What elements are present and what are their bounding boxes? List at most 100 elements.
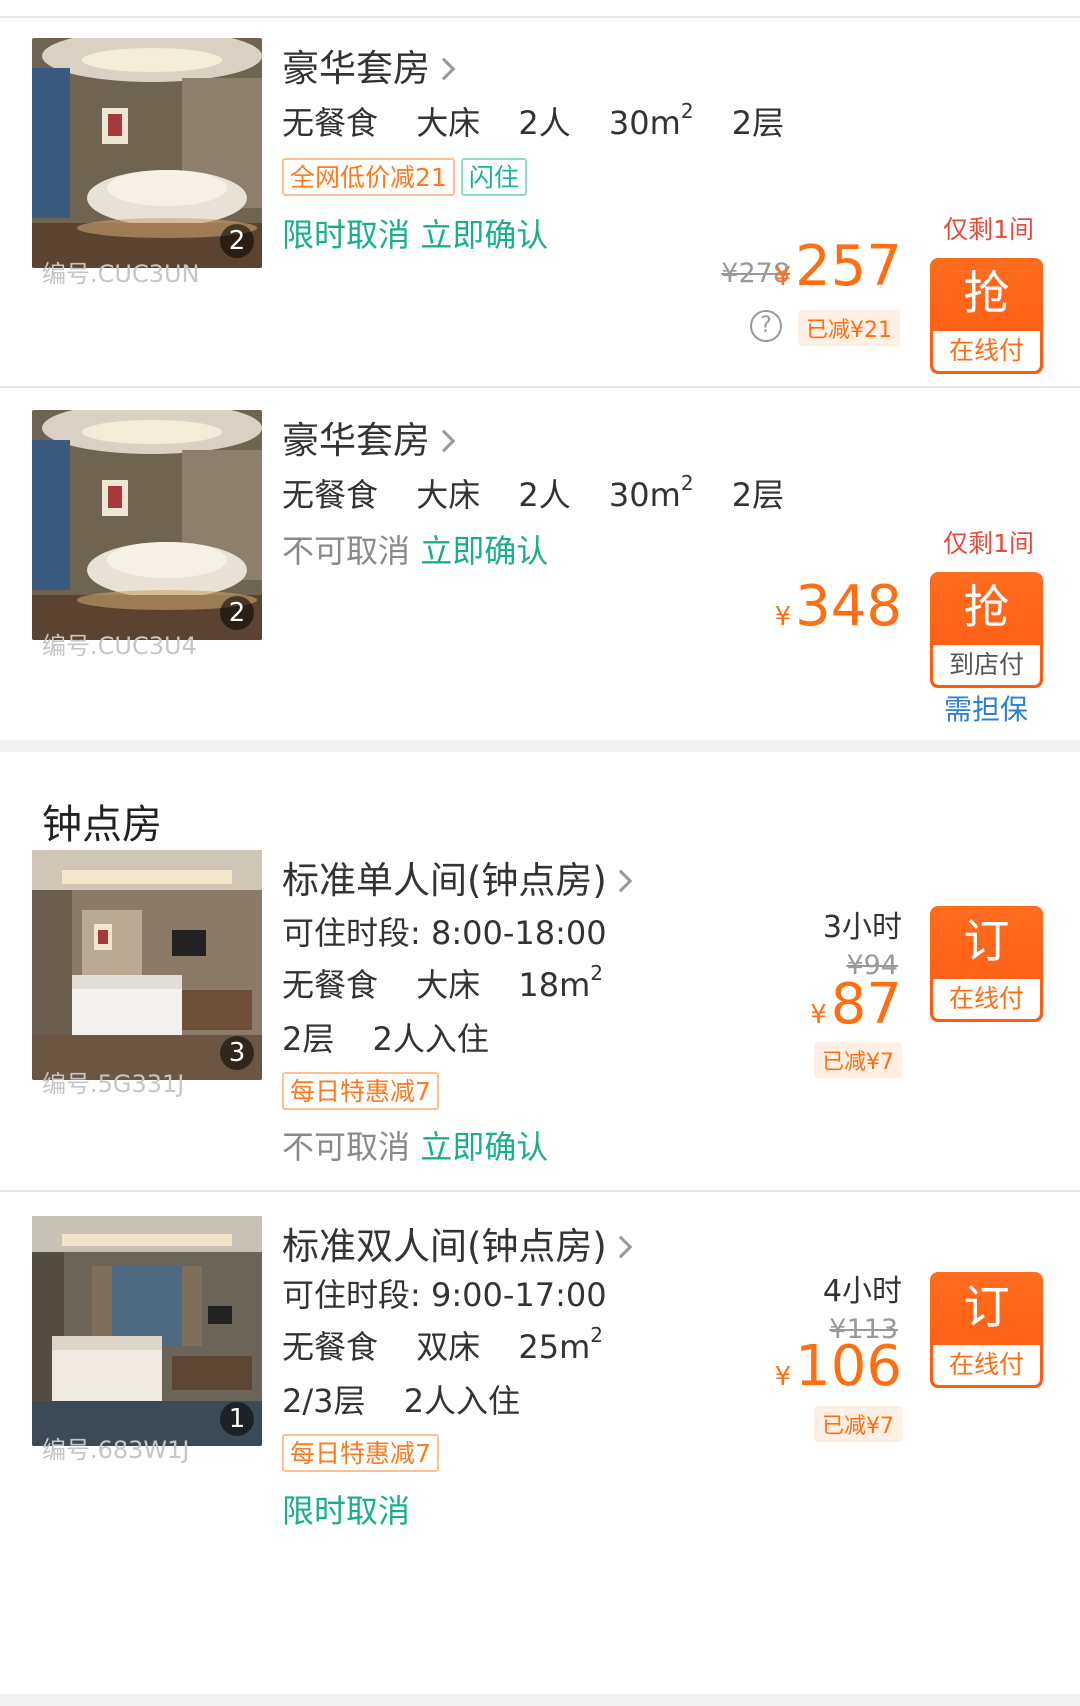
discount-badge: 已减¥21 <box>798 310 900 346</box>
current-price: ¥348 <box>775 574 902 639</box>
section-gap <box>0 1694 1080 1706</box>
floor-info: 2/3层 <box>282 1382 366 1420</box>
floor-info: 2层 <box>282 1020 335 1058</box>
floor-info: 2层 <box>731 104 785 142</box>
section-title-hourly: 钟点房 <box>42 802 162 848</box>
time-slot: 可住时段: 8:00-18:00 <box>282 914 607 952</box>
room-policy: 不可取消 立即确认 <box>282 1122 548 1168</box>
room-policy: 不可取消 立即确认 <box>282 526 548 572</box>
promo-tag: 全网低价减21 <box>282 158 455 196</box>
grab-button-label: 抢 <box>963 266 1010 320</box>
currency-symbol: ¥ <box>774 1362 792 1392</box>
photo-count-badge: 2 <box>220 224 254 258</box>
room-title[interactable]: 标准单人间(钟点房) <box>282 850 633 904</box>
currency-symbol: ¥ <box>774 602 792 632</box>
payment-type: 在线付 <box>933 979 1040 1019</box>
grab-button[interactable]: 抢 在线付 <box>930 258 1043 374</box>
hourly-room-card-1[interactable]: 3 编号.5G331J 标准单人间(钟点房) 可住时段: 8:00-18:00 … <box>0 850 1080 1186</box>
room-meta: 无餐食 大床 2人 30m2 2层 <box>282 470 812 516</box>
grab-button[interactable]: 抢 到店付 <box>930 572 1043 688</box>
meal-info: 无餐食 <box>282 104 379 142</box>
time-slot: 可住时段: 9:00-17:00 <box>282 1276 607 1314</box>
section-gap <box>0 740 1080 752</box>
current-price: ¥87 <box>810 972 902 1037</box>
payment-type: 在线付 <box>933 331 1040 371</box>
grab-button-label: 抢 <box>963 580 1010 634</box>
promo-tags: 每日特惠减7 <box>282 1072 439 1110</box>
discount-badge: 已减¥7 <box>814 1406 902 1442</box>
room-title[interactable]: 豪华套房 <box>282 410 456 464</box>
chevron-right-icon <box>609 1235 633 1259</box>
current-price: ¥257 <box>775 234 902 299</box>
price-value: 106 <box>795 1334 902 1399</box>
floor-info: 2层 <box>731 476 785 514</box>
promo-tag: 每日特惠减7 <box>282 1072 439 1110</box>
room-meta: 无餐食 大床 18m2 <box>282 960 631 1006</box>
room-code: 编号.5G331J <box>42 1070 185 1098</box>
room-title-text: 豪华套房 <box>282 419 430 462</box>
help-icon[interactable]: ? <box>750 310 782 342</box>
guarantee-link[interactable]: 需担保 <box>944 688 1028 728</box>
room-photo[interactable]: 2 <box>32 410 262 640</box>
currency-symbol: ¥ <box>810 1000 827 1030</box>
hourly-room-card-2[interactable]: 1 编号.683W1J 标准双人间(钟点房) 可住时段: 9:00-17:00 … <box>0 1216 1080 1546</box>
price-value: 257 <box>795 234 902 299</box>
confirm-policy: 立即确认 <box>420 216 549 254</box>
book-button[interactable]: 订 在线付 <box>930 906 1043 1022</box>
room-code: 编号.CUC3U4 <box>42 632 197 660</box>
cancel-policy: 不可取消 <box>282 532 411 570</box>
area-info: 18m2 <box>518 961 603 1004</box>
photo-count-badge: 1 <box>220 1402 254 1436</box>
floor-guests: 2/3层 2人入住 <box>282 1376 548 1422</box>
chevron-right-icon <box>609 869 633 893</box>
bed-info: 双床 <box>416 1328 481 1366</box>
bed-info: 大床 <box>416 476 481 514</box>
guest-info: 2人 <box>518 476 571 514</box>
area-info: 30m2 <box>608 99 694 142</box>
flash-stay-tag: 闪住 <box>460 158 527 196</box>
room-photo[interactable]: 3 <box>32 850 262 1080</box>
payment-type: 在线付 <box>933 1345 1040 1385</box>
room-card-1[interactable]: 2 编号.CUC3UN 豪华套房 无餐食 大床 2人 30m2 2层 全网低价减… <box>0 18 1080 386</box>
room-title[interactable]: 豪华套房 <box>282 38 456 92</box>
room-title[interactable]: 标准双人间(钟点房) <box>282 1216 633 1270</box>
promo-tags: 全网低价减21 闪住 <box>282 158 527 196</box>
cancel-policy: 限时取消 <box>282 216 411 254</box>
confirm-policy: 立即确认 <box>420 532 549 570</box>
room-code: 编号.CUC3UN <box>42 260 200 288</box>
card-divider <box>0 1190 1080 1192</box>
room-card-2[interactable]: 2 编号.CUC3U4 豪华套房 无餐食 大床 2人 30m2 2层 不可取消 … <box>0 390 1080 740</box>
room-photo[interactable]: 2 <box>32 38 262 268</box>
chevron-right-icon <box>432 57 456 81</box>
meal-info: 无餐食 <box>282 1328 379 1366</box>
discount-badge: 已减¥7 <box>814 1042 902 1078</box>
price-value: 87 <box>830 972 902 1037</box>
room-title-text: 豪华套房 <box>282 47 430 90</box>
photo-count-badge: 3 <box>220 1036 254 1070</box>
room-title-text: 标准单人间(钟点房) <box>282 859 607 902</box>
chevron-right-icon <box>432 429 456 453</box>
meal-info: 无餐食 <box>282 966 379 1004</box>
room-meta: 无餐食 大床 2人 30m2 2层 <box>282 98 812 144</box>
duration: 3小时 <box>822 910 902 945</box>
photo-count-badge: 2 <box>220 596 254 630</box>
room-photo[interactable]: 1 <box>32 1216 262 1446</box>
room-code: 编号.683W1J <box>42 1436 190 1464</box>
book-button-label: 订 <box>963 1280 1010 1334</box>
currency-symbol: ¥ <box>774 262 792 292</box>
book-button[interactable]: 订 在线付 <box>930 1272 1043 1388</box>
guest-info: 2人入住 <box>403 1382 521 1420</box>
cancel-policy: 不可取消 <box>282 1128 411 1166</box>
room-policy: 限时取消 <box>282 1486 410 1532</box>
current-price: ¥106 <box>775 1334 902 1399</box>
guest-info: 2人 <box>518 104 571 142</box>
guest-info: 2人入住 <box>372 1020 489 1058</box>
duration: 4小时 <box>822 1274 902 1309</box>
bed-info: 大床 <box>416 104 481 142</box>
promo-tags: 每日特惠减7 <box>282 1434 439 1472</box>
promo-tag: 每日特惠减7 <box>282 1434 439 1472</box>
payment-type: 到店付 <box>933 645 1040 685</box>
stock-warning: 仅剩1间 <box>943 215 1034 244</box>
stock-warning: 仅剩1间 <box>943 529 1034 558</box>
meal-info: 无餐食 <box>282 476 379 514</box>
